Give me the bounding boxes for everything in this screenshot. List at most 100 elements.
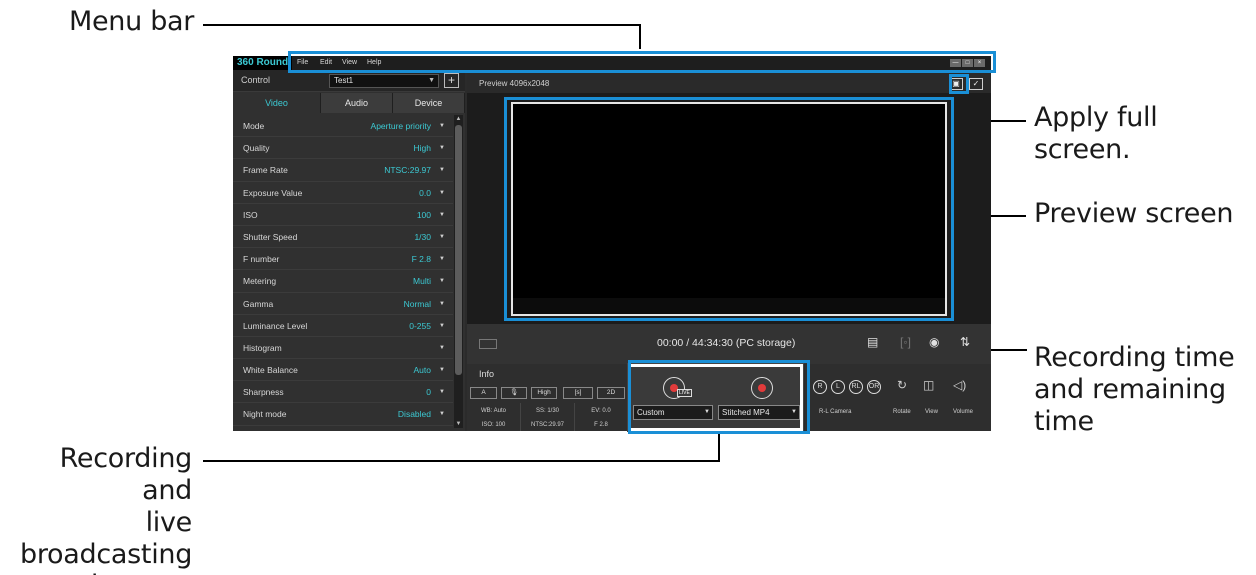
record-button[interactable] — [751, 377, 773, 399]
setting-row-metering[interactable]: Metering Multi ▼ — [233, 270, 453, 293]
info-title: Info — [479, 369, 495, 379]
control-preset-value: Test1 — [334, 76, 354, 85]
callout-line-menu-bar-v — [639, 24, 641, 49]
setting-value: Disabled — [397, 409, 431, 420]
pop-out-button[interactable]: ✓ — [969, 78, 983, 90]
setting-label: Night mode — [243, 409, 287, 420]
caption-icon[interactable]: ▤ — [867, 335, 878, 349]
rotate-label: Rotate — [893, 409, 911, 415]
rl-camera-icon[interactable]: RL — [849, 380, 863, 394]
view-icon[interactable]: ◫ — [923, 378, 934, 392]
preview-area: Preview 4096x2048 ▣ ✓ 00:00 / 44:34:30 (… — [467, 70, 991, 432]
tab-audio[interactable]: Audio — [321, 93, 393, 113]
setting-label: Quality — [243, 143, 270, 154]
chevron-down-icon: ▼ — [428, 77, 435, 84]
maximize-button[interactable]: □ — [962, 59, 973, 67]
rotate-icon[interactable]: ↻ — [897, 378, 907, 392]
setting-label: F number — [243, 254, 280, 265]
setting-row-mode[interactable]: Mode Aperture priority ▼ — [233, 115, 453, 138]
setting-row-f-number[interactable]: F number F 2.8 ▼ — [233, 248, 453, 271]
setting-value: 100 — [416, 209, 431, 220]
volume-icon[interactable]: ◁) — [953, 378, 966, 392]
info-panel: Info A 🎙 High [s] 2D WB: Auto SS: 1/30 E… — [467, 364, 628, 431]
setting-label: Histogram — [243, 342, 282, 353]
tab-device[interactable]: Device — [393, 93, 465, 113]
menu-bar: 360 Round File Edit View Help — □ × — [233, 56, 991, 70]
mode-2d-chip: 2D — [597, 387, 625, 399]
minimize-button[interactable]: — — [950, 59, 961, 67]
record-format-select[interactable]: Stitched MP4 ▼ — [718, 405, 800, 420]
camera-controls: R L RL OR ↻ ◫ ◁) R-L Camera Rotate View … — [805, 364, 991, 431]
setting-label: ISO — [243, 209, 258, 220]
chevron-down-icon: ▼ — [439, 123, 445, 129]
right-camera-icon[interactable]: R — [813, 380, 827, 394]
setting-value: 1/30 — [414, 231, 431, 242]
setting-value: NTSC:29.97 — [384, 165, 431, 176]
setting-value: Normal — [403, 298, 431, 309]
chevron-down-icon: ▼ — [704, 409, 710, 415]
control-row: Control Test1 ▼ + — [233, 70, 465, 92]
setting-row-white-balance[interactable]: White Balance Auto ▼ — [233, 359, 453, 382]
callout-line-rec-live — [203, 460, 720, 462]
setting-row-night-mode[interactable]: Night mode Disabled ▼ — [233, 403, 453, 426]
setting-value: F 2.8 — [411, 254, 431, 265]
setting-label: Luminance Level — [243, 320, 308, 331]
live-badge: LIVE — [677, 389, 692, 397]
full-screen-button[interactable]: ▣ — [949, 78, 963, 90]
setting-label: Shutter Speed — [243, 231, 298, 242]
video-settings-list: Mode Aperture priority ▼ Quality High ▼ Fram… — [233, 115, 453, 426]
app-window: 360 Round File Edit View Help — □ × Cont… — [233, 56, 991, 432]
setting-row-quality[interactable]: Quality High ▼ — [233, 137, 453, 160]
quality-chip: High — [531, 387, 557, 399]
setting-value: High — [413, 143, 431, 154]
tab-bar: Video Audio Device — [233, 93, 465, 113]
setting-row-gamma[interactable]: Gamma Normal ▼ — [233, 293, 453, 315]
scroll-up-icon[interactable]: ▲ — [454, 115, 463, 123]
stream-format-select[interactable]: Custom ▼ — [633, 405, 713, 420]
setting-row-frame-rate[interactable]: Frame Rate NTSC:29.97 ▼ — [233, 159, 453, 182]
stabilization-chip: [s] — [563, 387, 593, 399]
chevron-down-icon: ▼ — [439, 344, 445, 351]
setting-value: 0.0 — [419, 187, 431, 198]
scroll-thumb[interactable] — [455, 125, 462, 375]
add-preset-button[interactable]: + — [444, 73, 459, 88]
or-camera-icon[interactable]: OR — [867, 380, 881, 394]
close-button[interactable]: × — [974, 59, 985, 67]
setting-row-luminance-level[interactable]: Luminance Level 0-255 ▼ — [233, 315, 453, 337]
callout-line-menu-bar — [203, 24, 640, 26]
menu-help[interactable]: Help — [367, 56, 381, 70]
settings-slider-icon[interactable]: ⇅ — [960, 335, 970, 349]
callout-rec-live-line4: buttons — [20, 570, 192, 575]
info-cell: NTSC:29.97 — [521, 419, 575, 431]
rl-camera-label: R-L Camera — [819, 409, 852, 415]
setting-row-histogram[interactable]: Histogram ▼ — [233, 337, 453, 360]
setting-row-sharpness[interactable]: Sharpness 0 ▼ — [233, 381, 453, 404]
callout-preview-screen: Preview screen — [1034, 198, 1234, 229]
chevron-down-icon: ▼ — [439, 145, 445, 152]
menu-edit[interactable]: Edit — [320, 56, 332, 70]
menu-view[interactable]: View — [342, 56, 357, 70]
control-preset-select[interactable]: Test1 ▼ — [329, 74, 439, 88]
menu-file[interactable]: File — [297, 56, 308, 70]
lock-icon[interactable]: ◉ — [929, 335, 939, 349]
chevron-down-icon: ▼ — [439, 233, 445, 240]
chevron-down-icon: ▼ — [439, 278, 445, 285]
setting-row-exposure-value[interactable]: Exposure Value 0.0 ▼ — [233, 182, 453, 204]
setting-label: Mode — [243, 121, 265, 131]
setting-value: Multi — [413, 276, 431, 287]
left-camera-icon[interactable]: L — [831, 380, 845, 394]
callout-apply-full-screen: Apply full screen. — [1034, 102, 1158, 165]
mic-icon: 🎙 — [501, 387, 527, 399]
info-cell: ISO: 100 — [467, 419, 521, 431]
capture-icon[interactable]: [◦] — [900, 335, 911, 349]
tab-video[interactable]: Video — [233, 93, 321, 113]
setting-label: Gamma — [243, 298, 274, 309]
audio-auto-chip: A — [470, 387, 497, 399]
setting-row-shutter-speed[interactable]: Shutter Speed 1/30 ▼ — [233, 226, 453, 249]
callout-rec-live: Recording and live broadcasting buttons — [20, 443, 192, 575]
settings-scrollbar[interactable]: ▲ ▼ — [454, 115, 463, 428]
scroll-down-icon[interactable]: ▼ — [454, 420, 463, 428]
volume-label: Volume — [953, 409, 974, 415]
preview-screen[interactable] — [511, 102, 947, 316]
setting-row-iso[interactable]: ISO 100 ▼ — [233, 204, 453, 226]
